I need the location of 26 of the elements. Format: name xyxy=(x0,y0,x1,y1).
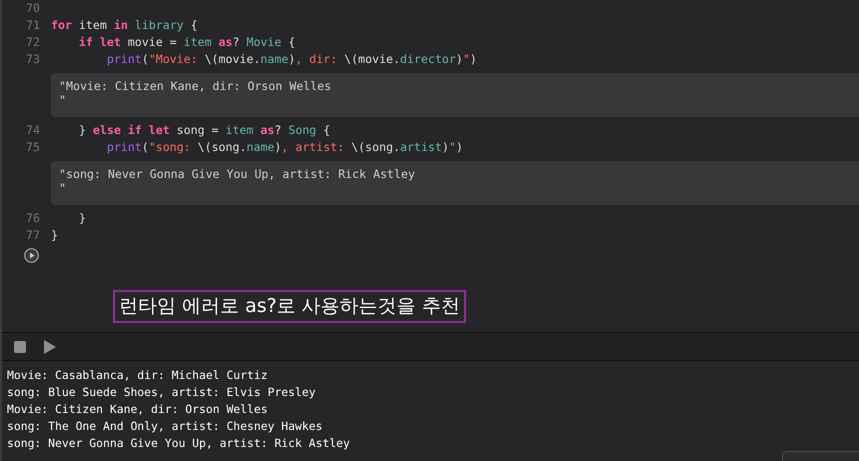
line-number: 71 xyxy=(25,17,40,34)
line-number: 73 xyxy=(25,51,40,68)
console-line: song: Blue Suede Shoes, artist: Elvis Presley xyxy=(7,384,317,401)
code-line: print("song: \(song.name), artist: \(song.artist)") xyxy=(106,139,463,156)
line-number: 72 xyxy=(25,34,40,51)
line-number: 75 xyxy=(25,139,40,156)
console-line: Movie: Casablanca, dir: Michael Curtiz xyxy=(7,367,269,384)
code-line: } xyxy=(51,227,58,244)
line-number: 77 xyxy=(25,227,40,244)
code-line: print("Movie: \(movie.name), dir: \(movie.director)") xyxy=(106,51,477,68)
annotation-caption: 런타임 에러로 as?로 사용하는것을 추천 xyxy=(113,290,466,323)
code-line: if let movie = item as? Movie { xyxy=(78,34,296,51)
stop-button[interactable] xyxy=(14,340,26,352)
result-output: "song: Never Gonna Give You Up, artist: Rick Astley " xyxy=(51,161,859,205)
line-number: 70 xyxy=(25,0,40,17)
console-line: Movie: Citizen Kane, dir: Orson Welles xyxy=(7,401,269,418)
result-output: "Movie: Citizen Kane, dir: Orson Welles " xyxy=(51,73,859,117)
line-number: 74 xyxy=(25,122,40,139)
console-line: song: The One And Only, artist: Chesney Hawkes xyxy=(7,418,324,435)
code-line: for item in library { xyxy=(51,17,198,34)
code-line: } xyxy=(78,210,86,227)
code-line: } else if let song = item as? Song { xyxy=(78,122,330,139)
run-button[interactable] xyxy=(24,248,39,263)
console-line: song: Never Gonna Give You Up, artist: Rick Astley xyxy=(7,435,351,452)
play-button[interactable] xyxy=(43,338,57,354)
line-number: 76 xyxy=(25,210,40,227)
